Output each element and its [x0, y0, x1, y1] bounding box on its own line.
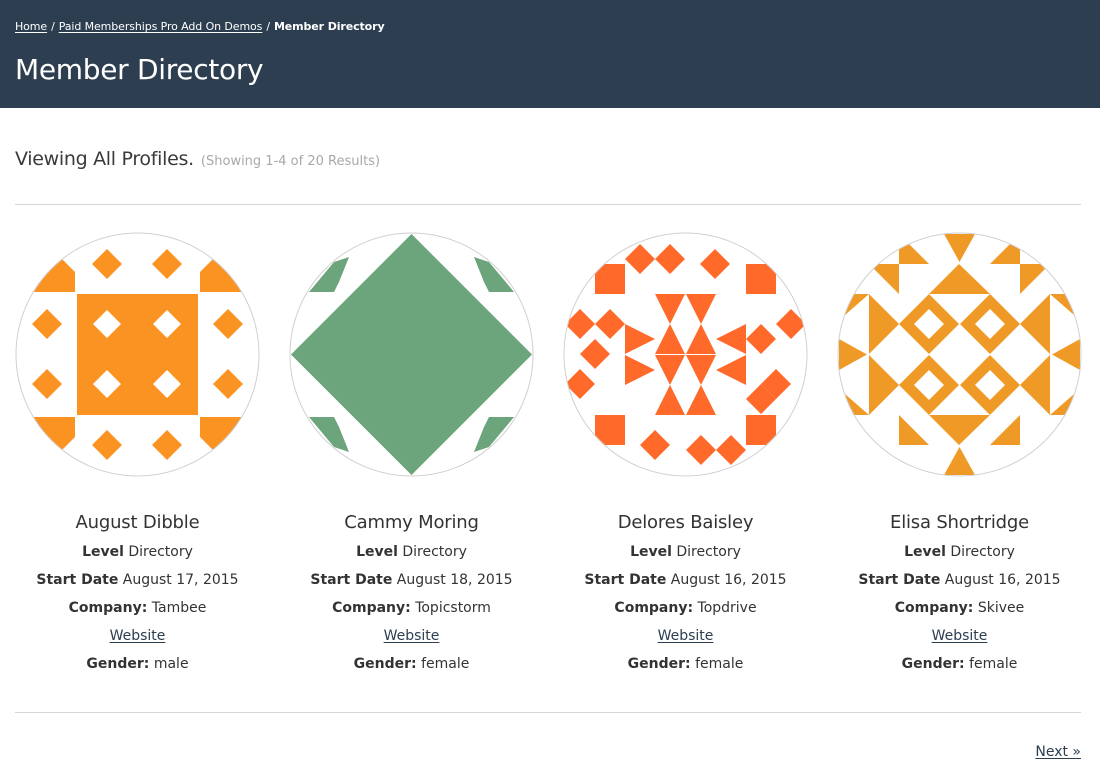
level-label: Level [904, 544, 946, 560]
website-link[interactable]: Website [658, 628, 714, 644]
identicon-red-triangles-icon[interactable] [563, 232, 808, 477]
member-name: August Dibble [75, 512, 200, 533]
member-gender: Gender: female [289, 654, 534, 674]
level-value: Directory [950, 544, 1015, 560]
start-date-value: August 16, 2015 [944, 572, 1061, 588]
divider [15, 712, 1081, 713]
gender-value: female [969, 656, 1018, 672]
member-name: Delores Baisley [617, 512, 754, 533]
member-gender: Gender: female [563, 654, 808, 674]
breadcrumb-parent-link[interactable]: Paid Memberships Pro Add On Demos [59, 20, 263, 33]
page-header: Home / Paid Memberships Pro Add On Demos / M… [0, 0, 1100, 108]
results-count: (Showing 1-4 of 20 Results) [200, 154, 381, 169]
start-date-label: Start Date [584, 572, 667, 588]
member-level: Level Directory [15, 542, 260, 562]
company-value: Topdrive [697, 600, 757, 616]
website-link[interactable]: Website [384, 628, 440, 644]
divider [15, 204, 1081, 205]
gender-label: Gender: [353, 656, 417, 672]
start-date-label: Start Date [36, 572, 119, 588]
level-label: Level [82, 544, 124, 560]
breadcrumb-separator: / [51, 20, 55, 33]
breadcrumb-current: Member Directory [273, 20, 385, 33]
gender-value: male [153, 656, 189, 672]
level-label: Level [356, 544, 398, 560]
website-link[interactable]: Website [932, 628, 988, 644]
page-title: Member Directory [15, 53, 264, 86]
member-website: Website [15, 626, 260, 646]
start-date-value: August 16, 2015 [670, 572, 787, 588]
member-name: Elisa Shortridge [890, 512, 1029, 533]
start-date-value: August 17, 2015 [122, 572, 239, 588]
results-heading: Viewing All Profiles. [15, 148, 194, 170]
company-value: Skivee [977, 600, 1025, 616]
gender-label: Gender: [627, 656, 691, 672]
identicon-green-diamond-icon[interactable] [289, 232, 534, 477]
member-name: Cammy Moring [344, 512, 479, 533]
identicon-amber-diamonds-icon[interactable] [837, 232, 1082, 477]
company-label: Company: [68, 600, 148, 616]
identicon-orange-squares-icon[interactable] [15, 232, 260, 477]
start-date-label: Start Date [310, 572, 393, 588]
member-start-date: Start Date August 16, 2015 [837, 570, 1082, 590]
gender-value: female [421, 656, 470, 672]
company-value: Topicstorm [415, 600, 491, 616]
member-company: Company: Tambee [15, 598, 260, 618]
level-value: Directory [402, 544, 467, 560]
start-date-value: August 18, 2015 [396, 572, 513, 588]
company-value: Tambee [151, 600, 207, 616]
breadcrumb-home-link[interactable]: Home [15, 20, 47, 33]
member-gender: Gender: male [15, 654, 260, 674]
gender-value: female [695, 656, 744, 672]
member-start-date: Start Date August 17, 2015 [15, 570, 260, 590]
results-summary: Viewing All Profiles. (Showing 1-4 of 20… [15, 148, 380, 170]
member-level: Level Directory [837, 542, 1082, 562]
member-level: Level Directory [289, 542, 534, 562]
level-label: Level [630, 544, 672, 560]
breadcrumb-separator: / [266, 20, 270, 33]
member-website: Website [837, 626, 1082, 646]
company-label: Company: [332, 600, 411, 616]
gender-label: Gender: [901, 656, 965, 672]
member-start-date: Start Date August 16, 2015 [563, 570, 808, 590]
company-label: Company: [894, 600, 974, 616]
start-date-label: Start Date [858, 572, 941, 588]
member-start-date: Start Date August 18, 2015 [289, 570, 534, 590]
level-value: Directory [128, 544, 193, 560]
company-label: Company: [614, 600, 694, 616]
member-gender: Gender: female [837, 654, 1082, 674]
next-page-link[interactable]: Next » [1035, 744, 1081, 760]
member-website: Website [563, 626, 808, 646]
member-card: Delores Baisley Level Directory Start Da… [563, 232, 808, 674]
member-level: Level Directory [563, 542, 808, 562]
member-company: Company: Topicstorm [289, 598, 534, 618]
member-card: August Dibble Level Directory Start Date… [15, 232, 260, 674]
breadcrumb: Home / Paid Memberships Pro Add On Demos / M… [15, 20, 385, 33]
website-link[interactable]: Website [110, 628, 166, 644]
member-company: Company: Skivee [837, 598, 1082, 618]
member-company: Company: Topdrive [563, 598, 808, 618]
member-card: Cammy Moring Level Directory Start Date … [289, 232, 534, 674]
member-website: Website [289, 626, 534, 646]
member-card: Elisa Shortridge Level Directory Start D… [837, 232, 1082, 674]
gender-label: Gender: [86, 656, 150, 672]
level-value: Directory [676, 544, 741, 560]
